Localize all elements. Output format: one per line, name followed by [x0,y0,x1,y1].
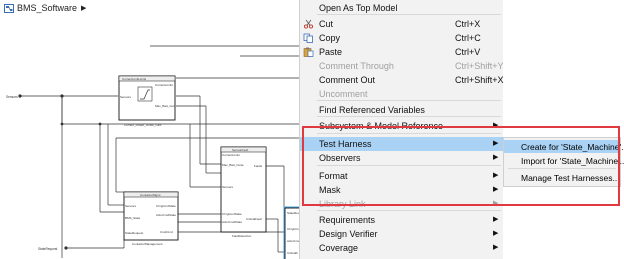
block1-title: CurrentLimitLimits [122,77,147,81]
svg-text:ChrgCmdState: ChrgCmdState [222,212,242,216]
submenu-item-manage-test-harnesses[interactable]: Manage Test Harnesses... [504,171,620,184]
menu-item-label: Design Verifier [319,229,378,239]
svg-text:ContactorMgmt: ContactorMgmt [140,193,161,197]
menu-item-mask[interactable]: Mask ▶ [300,183,503,197]
menu-item-label: Comment Through [319,61,394,71]
menu-item-observers[interactable]: Observers ▶ [300,151,503,165]
submenu-arrow-icon: ▶ [493,230,499,237]
svg-text:Max_Batt_Code: Max_Batt_Code [222,163,244,167]
menu-item-label: Find Referenced Variables [319,105,425,115]
menu-item-label: Paste [319,47,343,57]
breadcrumb-model-name[interactable]: BMS_Software [17,3,77,13]
menu-item-label: Requirements [319,215,376,225]
menu-item-format[interactable]: Format ▶ [300,169,503,183]
svg-text:AcknCmdState: AcknCmdState [222,220,242,224]
svg-text:Max_Batt_Curr: Max_Batt_Curr [155,104,175,108]
menu-item-copy[interactable]: Copy Ctrl+C [300,31,503,45]
scissors-icon [303,19,314,29]
menu-item-uncomment[interactable]: Uncomment [300,87,503,101]
submenu-separator [508,168,616,169]
menu-item-shortcut: Ctrl+X [455,19,481,29]
menu-item-label: Comment Out [319,75,376,85]
breadcrumb-arrow-icon[interactable]: ▶ [81,4,86,12]
svg-text:ChrgCmdState: ChrgCmdState [156,204,176,208]
model-diagram[interactable]: CurrentLimitLimits Sensors CurrentLimits… [0,16,304,259]
context-menu: Open As Top Model Cut Ctrl+X Copy Ctrl+C Past… [299,0,504,259]
block1-name: Current_Power_Limits_Calc [124,123,162,127]
submenu-arrow-icon: ▶ [493,200,499,207]
menu-separator [317,165,501,166]
submenu-item-import-for-state-machine[interactable]: Import for 'State_Machine'... [504,154,624,167]
menu-item-test-harness[interactable]: Test Harness ▶ [300,137,503,151]
test-harness-submenu: Create for 'State_Machine'... Import for … [503,137,624,187]
simulink-editor: BMS_Software ▶ CurrentLimitLimits Sensor… [0,0,624,259]
submenu-arrow-icon: ▶ [493,122,499,129]
svg-text:Sensors: Sensors [120,95,132,99]
svg-text:Sensors: Sensors [222,185,234,189]
submenu-item-label: Import for 'State_Machine'... [521,156,624,166]
paste-icon [303,47,314,57]
menu-item-shortcut: Ctrl+Shift+Y [455,61,504,71]
svg-text:CurrentLimits: CurrentLimits [155,83,173,87]
menu-item-label: Mask [319,185,341,195]
menu-item-label: Uncomment [319,89,368,99]
menu-item-paste[interactable]: Paste Ctrl+V [300,45,503,59]
menu-item-label: Test Harness [319,139,372,149]
menu-item-subsystem-model-reference[interactable]: Subsystem & Model Reference ▶ [300,119,503,133]
submenu-arrow-icon: ▶ [493,154,499,161]
submenu-arrow-icon: ▶ [493,186,499,193]
submenu-arrow-icon: ▶ [493,216,499,223]
menu-item-shortcut: Ctrl+Shift+X [455,75,504,85]
submenu-item-label: Manage Test Harnesses... [521,173,620,183]
menu-item-label: Observers [319,153,361,163]
svg-text:StateReq: StateReq [287,211,300,215]
svg-text:BMS_State: BMS_State [125,216,141,220]
menu-item-open-as-top-model[interactable]: Open As Top Model [300,1,503,15]
menu-item-label: Library Link [319,199,366,209]
menu-item-comment-through[interactable]: Comment Through Ctrl+Shift+Y [300,59,504,73]
menu-item-library-link[interactable]: Library Link ▶ [300,197,503,211]
menu-item-label: Coverage [319,243,359,253]
svg-text:Faults: Faults [254,164,263,168]
menu-item-label: Subsystem & Model Reference [319,121,444,131]
svg-text:AcknCmdState: AcknCmdState [156,213,176,217]
menu-separator [317,133,501,134]
svg-text:Sensors: Sensors [125,204,137,208]
menu-item-label: Format [319,171,348,181]
svg-text:FaultDetection: FaultDetection [232,234,252,238]
svg-text:CriticalFault: CriticalFault [246,217,262,221]
submenu-item-label: Create for 'State_Machine'... [521,142,624,152]
svg-text:CmdCmd: CmdCmd [160,230,173,234]
menu-item-label: Open As Top Model [319,3,398,13]
menu-item-requirements[interactable]: Requirements ▶ [300,213,503,227]
submenu-arrow-icon: ▶ [493,244,499,251]
model-icon [4,3,14,13]
svg-text:ContactorManagement: ContactorManagement [132,242,163,246]
copy-icon [303,33,314,43]
svg-text:CurrentLimits: CurrentLimits [222,153,240,157]
svg-text:SensorFault: SensorFault [232,148,248,152]
menu-item-find-referenced-variables[interactable]: Find Referenced Variables [300,103,503,117]
submenu-arrow-icon: ▶ [493,172,499,179]
state-request-inport-label: StateRequest [38,247,57,251]
svg-text:CriticalF: CriticalF [287,251,298,255]
svg-text:StateRequest: StateRequest [125,231,143,235]
submenu-arrow-icon: ▶ [493,140,499,147]
menu-item-shortcut: Ctrl+C [455,33,481,43]
menu-item-shortcut: Ctrl+V [455,47,481,57]
menu-item-design-verifier[interactable]: Design Verifier ▶ [300,227,503,241]
menu-item-comment-out[interactable]: Comment Out Ctrl+Shift+X [300,73,504,87]
menu-item-coverage[interactable]: Coverage ▶ [300,241,503,255]
menu-item-label: Copy [319,33,341,43]
sensors-inport-label: Sensors [6,95,18,99]
menu-item-cut[interactable]: Cut Ctrl+X [300,17,503,31]
submenu-item-create-for-state-machine[interactable]: Create for 'State_Machine'... [504,140,624,153]
menu-item-label: Cut [319,19,334,29]
breadcrumb[interactable]: BMS_Software ▶ [0,0,300,16]
